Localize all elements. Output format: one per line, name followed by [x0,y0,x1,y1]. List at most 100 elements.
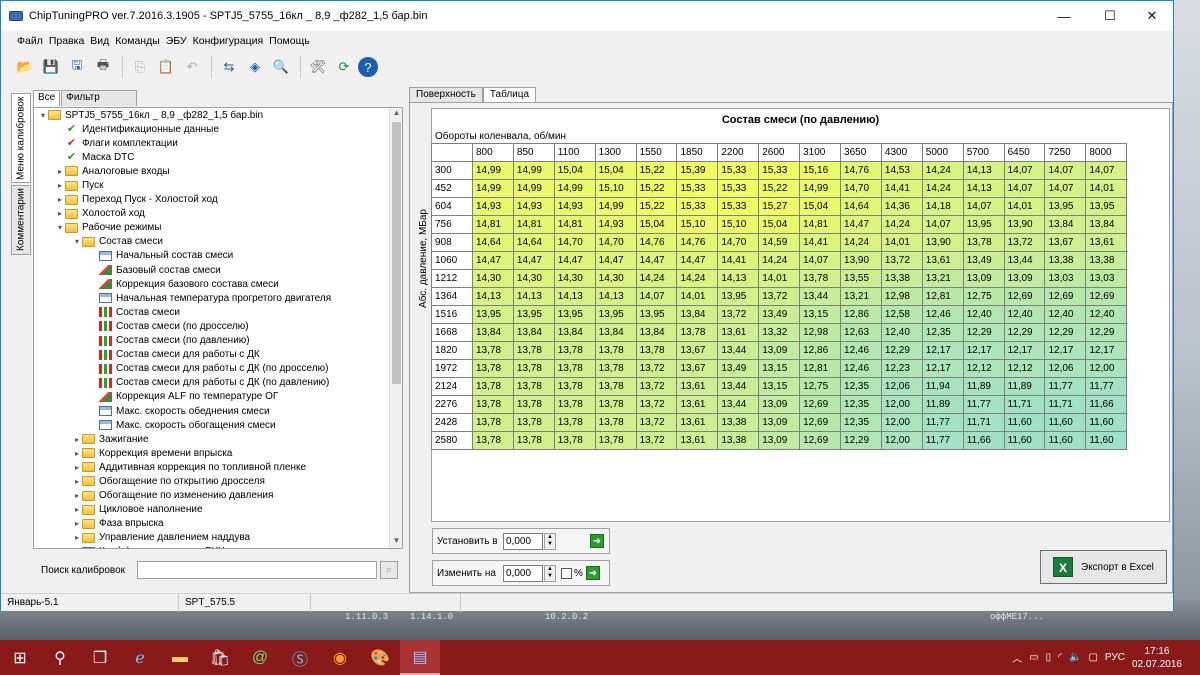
map-cell[interactable]: 13,78 [635,341,678,360]
map-cell[interactable]: 11,60 [1085,413,1128,432]
map-cell[interactable]: 13,95 [553,305,596,324]
map-cell[interactable]: 13,09 [758,341,801,360]
map-cell[interactable]: 13,49 [962,251,1005,270]
map-cell[interactable]: 14,13 [594,287,637,306]
battery-icon[interactable]: ▯ [1046,652,1052,663]
expand-right-icon[interactable]: ▸ [72,477,82,486]
map-cell[interactable]: 13,38 [717,413,760,432]
map-cell[interactable]: 14,13 [717,269,760,288]
expand-right-icon[interactable]: ▸ [72,491,82,500]
map-cell[interactable]: 13,61 [676,377,719,396]
skype-icon[interactable]: Ⓢ [280,640,320,675]
map-cell[interactable]: 13,78 [676,323,719,342]
map-cell[interactable]: 12,46 [840,359,882,378]
open-icon[interactable]: 📂 [13,55,37,79]
expand-right-icon[interactable]: ▸ [72,449,82,458]
map-cell[interactable]: 14,93 [553,197,596,216]
map-cell[interactable]: 14,81 [799,215,842,234]
map-cell[interactable]: 14,07 [1003,161,1046,180]
undo-icon[interactable]: ↶ [180,55,204,79]
map-cell[interactable]: 13,78 [594,359,637,378]
map-cell[interactable]: 15,39 [676,161,719,180]
map-cell[interactable]: 12,12 [962,359,1005,378]
tab-table[interactable]: Таблица [482,87,537,103]
task-view-icon[interactable]: ❐ [80,640,120,675]
map-cell[interactable]: 15,22 [635,179,678,198]
expand-right-icon[interactable]: ▸ [72,463,82,472]
map-cell[interactable]: 12,58 [880,305,923,324]
map-cell[interactable]: 14,70 [594,233,637,252]
tree-node[interactable]: Начальная температура прогретого двигате… [34,291,402,305]
map-cell[interactable]: 11,89 [921,395,964,414]
expand-down-icon[interactable]: ▾ [38,111,48,120]
map-cell[interactable]: 11,77 [921,431,964,450]
expand-right-icon[interactable]: ▸ [55,209,65,218]
map-cell[interactable]: 11,60 [1044,431,1087,450]
expand-right-icon[interactable]: ▸ [72,533,82,542]
map-cell[interactable]: 12,69 [1044,287,1087,306]
map-cell[interactable]: 13,78 [472,395,514,414]
map-cell[interactable]: 13,44 [717,395,760,414]
tree-node[interactable]: Начальный состав смеси [34,249,402,263]
scroll-up-icon[interactable]: ▲ [390,108,402,120]
map-cell[interactable]: 12,69 [799,431,842,450]
tree-node[interactable]: Состав смеси [34,305,402,319]
map-cell[interactable]: 13,78 [799,269,842,288]
map-cell[interactable]: 12,40 [962,305,1005,324]
map-cell[interactable]: 14,30 [472,269,514,288]
map-cell[interactable]: 14,24 [880,215,923,234]
map-cell[interactable]: 13,78 [512,341,555,360]
map-cell[interactable]: 15,10 [717,215,760,234]
map-cell[interactable]: 13,72 [880,251,923,270]
map-cell[interactable]: 12,46 [840,341,882,360]
map-cell[interactable]: 12,35 [840,395,882,414]
map-cell[interactable]: 13,49 [758,305,801,324]
map-cell[interactable]: 12,40 [880,323,923,342]
map-cell[interactable]: 14,01 [1085,179,1128,198]
map-cell[interactable]: 13,09 [758,431,801,450]
map-cell[interactable]: 14,47 [512,251,555,270]
tree-scrollbar[interactable]: ▲ ▼ [389,108,402,548]
expand-down-icon[interactable]: ▾ [55,223,65,232]
map-cell[interactable]: 12,40 [1003,305,1046,324]
tree-node[interactable]: ▸ Цикловое наполнение [34,503,402,517]
tree-node[interactable]: ✔ Идентификационные данные [34,122,402,136]
tree-node[interactable]: Коэффициент уставки РХХ [34,545,402,548]
tree-node[interactable]: Состав смеси для работы с ДК (по давлени… [34,376,402,390]
map-cell[interactable]: 12,81 [799,359,842,378]
map-cell[interactable]: 13,78 [472,359,514,378]
menu-commands[interactable]: Команды [115,35,160,47]
map-cell[interactable]: 14,18 [921,197,964,216]
map-cell[interactable]: 12,00 [1085,359,1128,378]
map-cell[interactable]: 13,78 [472,377,514,396]
map-cell[interactable]: 12,17 [1085,341,1128,360]
map-cell[interactable]: 15,33 [717,179,760,198]
find-icon[interactable]: 🔍 [269,55,293,79]
map-cell[interactable]: 14,47 [553,251,596,270]
map-cell[interactable]: 12,75 [962,287,1005,306]
map-cell[interactable]: 14,99 [553,179,596,198]
menu-edit[interactable]: Правка [49,35,84,47]
map-cell[interactable]: 15,22 [758,179,801,198]
map-cell[interactable]: 13,61 [676,413,719,432]
map-cell[interactable]: 13,78 [512,359,555,378]
map-cell[interactable]: 13,03 [1044,269,1087,288]
tree-node[interactable]: Состав смеси (по дросселю) [34,319,402,333]
map-cell[interactable]: 13,95 [512,305,555,324]
map-cell[interactable]: 14,13 [472,287,514,306]
map-cell[interactable]: 14,47 [676,251,719,270]
map-cell[interactable]: 14,99 [472,179,514,198]
map-cell[interactable]: 14,59 [758,233,801,252]
map-cell[interactable]: 14,01 [1003,197,1046,216]
map-cell[interactable]: 13,78 [553,359,596,378]
map-cell[interactable]: 13,72 [635,377,678,396]
map-cell[interactable]: 13,38 [1044,251,1087,270]
map-cell[interactable]: 13,78 [594,413,637,432]
map-cell[interactable]: 11,77 [1085,377,1128,396]
map-cell[interactable]: 15,33 [676,179,719,198]
firefox-icon[interactable]: ◉ [320,640,360,675]
scroll-down-icon[interactable]: ▼ [390,536,402,548]
map-cell[interactable]: 15,27 [758,197,801,216]
map-cell[interactable]: 14,93 [472,197,514,216]
map-cell[interactable]: 14,01 [880,233,923,252]
